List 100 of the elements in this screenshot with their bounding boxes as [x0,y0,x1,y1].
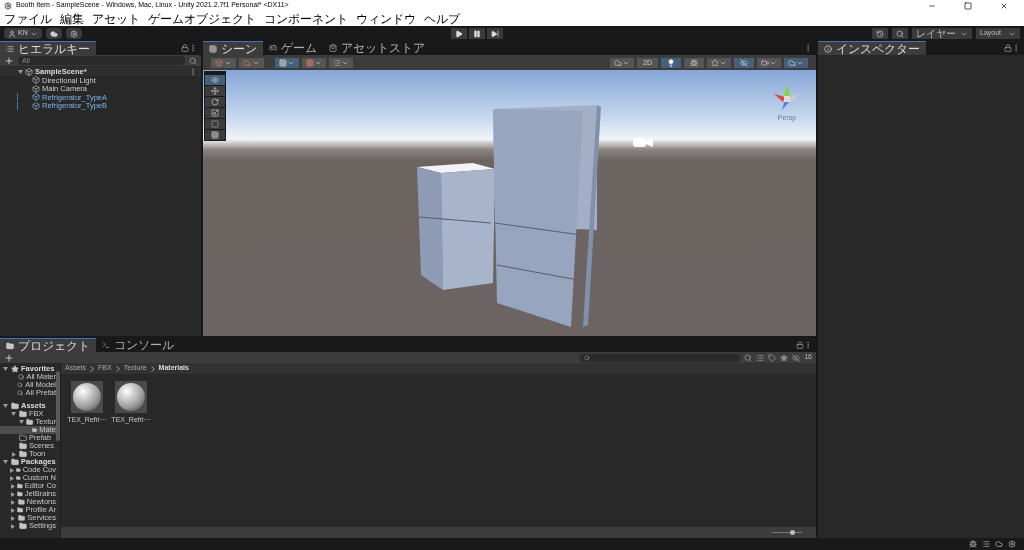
grid-snap-button[interactable] [302,57,326,68]
menu-item[interactable]: アセット [92,12,140,25]
expanded-arrow-icon[interactable] [3,404,8,408]
collapsed-arrow-icon[interactable] [11,515,16,521]
visibility-button[interactable] [734,57,754,68]
camera-button[interactable] [757,57,781,68]
lightbulb-icon [667,58,675,67]
chevron-right-icon [115,365,120,372]
rect-icon [211,120,219,128]
lock-icon[interactable] [181,44,189,52]
draw-mode-button[interactable] [211,57,236,68]
scale-icon [211,109,219,117]
panel-tab[interactable]: ヒエラルキー [0,41,96,55]
gamepad-icon [269,44,277,52]
menu-item[interactable]: コンポーネント [264,12,348,25]
zoom-slider-thumb[interactable] [789,530,795,535]
more-icon[interactable] [1012,44,1020,52]
menu-item[interactable]: ゲームオブジェクト [148,12,256,25]
expanded-arrow-icon[interactable] [18,420,24,424]
gear-icon [69,29,78,38]
star-icon [11,365,19,373]
tag-icon[interactable] [768,353,777,362]
cloud-icon[interactable] [995,540,1003,548]
snap-button[interactable] [275,57,299,68]
more-icon[interactable] [189,44,197,52]
effects-button[interactable] [239,57,264,68]
search-button[interactable] [892,28,908,39]
menu-item[interactable]: ヘルプ [424,12,460,25]
increment-snap-button[interactable] [329,57,353,68]
lighting-button[interactable] [661,57,681,68]
move-icon [211,87,219,95]
cube-icon [215,58,223,67]
collapsed-arrow-icon[interactable] [11,499,15,505]
filter-icon[interactable] [756,353,765,362]
panel-tab[interactable]: シーン [203,41,263,55]
collab-button[interactable] [65,28,82,39]
add-icon[interactable] [4,352,14,363]
expanded-arrow-icon[interactable] [18,69,23,74]
search-icon[interactable] [189,56,197,65]
more-icon[interactable] [804,44,812,52]
search-field[interactable] [580,353,741,362]
tool-button[interactable] [205,86,225,96]
list-icon[interactable] [982,540,990,548]
play-icon [454,29,463,38]
collapsed-arrow-icon[interactable] [10,483,15,489]
panel-tab[interactable]: インスペクター [818,41,926,55]
star-icon[interactable] [780,353,789,362]
audio-button[interactable] [684,57,704,68]
collapsed-arrow-icon[interactable] [10,467,14,473]
tool-button[interactable] [205,108,225,118]
expanded-arrow-icon[interactable] [3,460,8,464]
expanded-arrow-icon[interactable] [11,412,16,416]
collapsed-arrow-icon[interactable] [10,507,15,513]
tool-button[interactable] [205,97,225,107]
cloud-icon [49,29,58,38]
search-icon [896,29,904,38]
search-icon [584,354,591,361]
more-icon[interactable] [189,67,197,76]
material-thumbnail[interactable] [115,381,147,413]
panel-tab[interactable]: プロジェクト [0,338,96,352]
collapsed-arrow-icon[interactable] [10,475,14,481]
menu-item[interactable]: ウィンドウ [356,12,416,25]
more-icon[interactable] [804,341,812,349]
layers-dropdown[interactable]: レイヤー [912,28,972,39]
bug-icon[interactable] [969,540,977,548]
effects-toggle-button[interactable] [707,57,731,68]
user-icon [8,29,16,38]
chevron-right-icon [150,365,155,372]
collapsed-arrow-icon[interactable] [11,523,16,529]
history-button[interactable] [872,28,888,39]
lock-icon[interactable] [1004,44,1012,52]
add-icon[interactable] [4,55,14,66]
cloud-button[interactable] [45,28,62,39]
collapsed-arrow-icon[interactable] [10,491,15,497]
camera-icon [761,58,769,67]
pause-button[interactable] [468,28,485,39]
material-thumbnail[interactable] [71,381,103,413]
history-icon [876,29,884,38]
menu-item[interactable]: ファイル [4,12,52,25]
panel-tab[interactable]: アセットストア [323,41,431,55]
search-icon[interactable] [744,353,753,362]
collapsed-arrow-icon[interactable] [11,451,16,457]
step-icon [490,29,499,38]
eye-off-icon[interactable] [792,353,801,362]
expanded-arrow-icon[interactable] [3,367,8,371]
maximize-icon[interactable] [964,1,972,10]
chevron-right-icon [90,365,94,372]
tool-button[interactable] [205,130,225,140]
gizmos-button[interactable] [784,57,808,68]
render-mode-button[interactable] [610,57,635,68]
lock-icon[interactable] [796,341,804,349]
play-button[interactable] [450,28,467,39]
panel-tab[interactable]: ゲーム [263,41,323,55]
bag-icon [329,44,337,52]
step-button[interactable] [486,28,503,39]
eye-icon [211,76,219,84]
camera-icon [633,136,653,148]
panel-tab[interactable]: コンソール [96,338,180,352]
menu-item[interactable]: 編集 [60,12,84,25]
close-icon[interactable] [1000,1,1008,10]
